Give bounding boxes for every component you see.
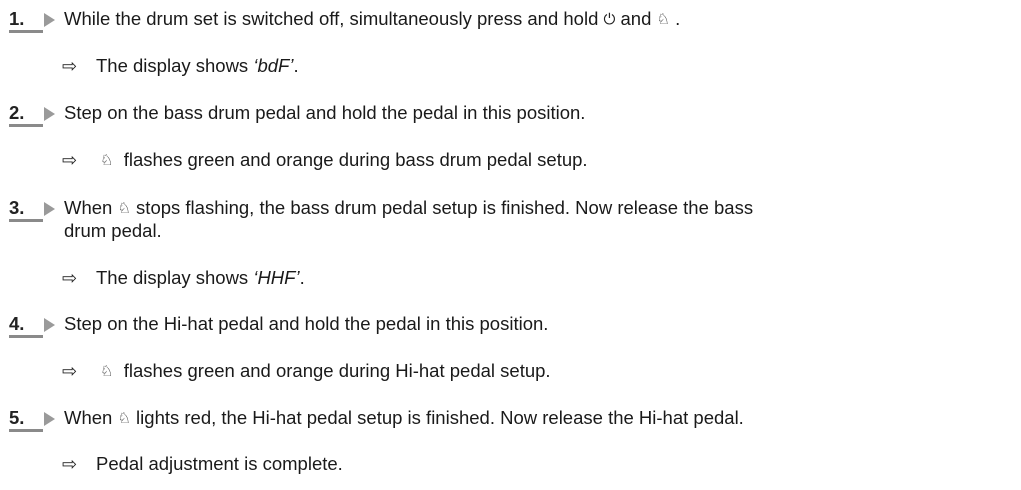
step-text-continued: drum pedal. [64,220,162,241]
result-arrow-icon: ⇨ [62,268,78,288]
pedal-icon: ♘ [656,11,670,28]
step-arrow-icon [44,13,55,27]
instruction-list: 1. While the drum set is switched off, s… [0,0,1021,490]
step-number: 4. [9,312,43,338]
result-text: The display shows ‘bdF’. [96,55,299,76]
step-number: 5. [9,406,43,432]
power-icon: ⏻ [603,11,616,28]
step-arrow-icon [44,202,55,216]
step-number: 2. [9,101,43,127]
step-arrow-icon [44,412,55,426]
step-text: While the drum set is switched off, simu… [64,7,680,32]
step-text: Step on the bass drum pedal and hold the… [64,102,586,123]
result-arrow-icon: ⇨ [62,361,78,381]
step-number: 1. [9,7,43,33]
step-arrow-icon [44,107,55,121]
result-arrow-icon: ⇨ [62,454,78,474]
result-text: Pedal adjustment is complete. [96,453,343,474]
pedal-icon: ♘ [117,410,131,427]
result-text: ♘ flashes green and orange during Hi-hat… [100,359,551,384]
pedal-icon: ♘ [117,200,131,217]
step-text: Step on the Hi-hat pedal and hold the pe… [64,313,549,334]
result-text: ♘ flashes green and orange during bass d… [100,148,588,173]
pedal-icon: ♘ [100,363,114,380]
step-text: When ♘ stops flashing, the bass drum ped… [64,196,753,221]
step-arrow-icon [44,318,55,332]
pedal-icon: ♘ [100,152,114,169]
step-number: 3. [9,196,43,222]
result-arrow-icon: ⇨ [62,56,78,76]
result-arrow-icon: ⇨ [62,150,78,170]
result-text: The display shows ‘HHF’. [96,267,305,288]
step-text: When ♘ lights red, the Hi-hat pedal setu… [64,406,744,431]
